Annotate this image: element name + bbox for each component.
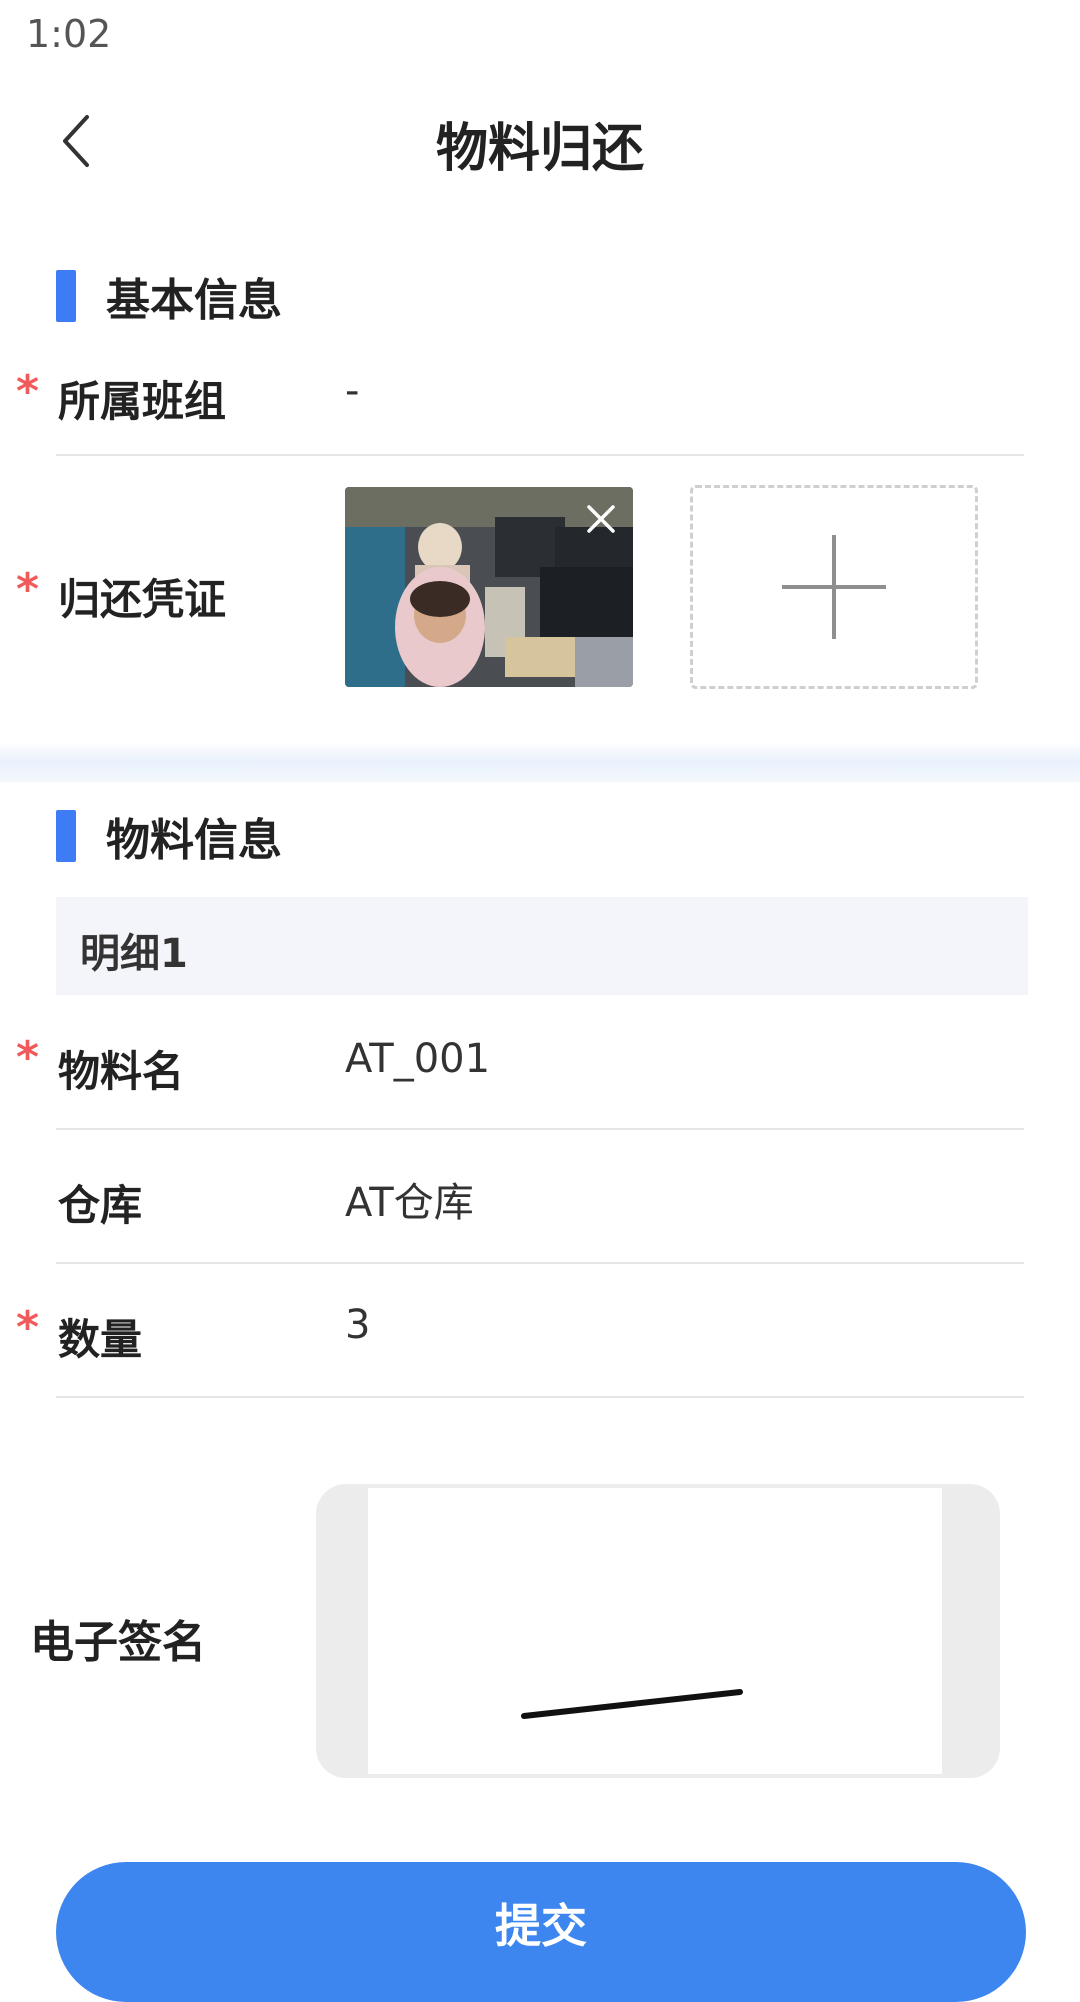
team-value[interactable]: - bbox=[345, 368, 359, 414]
quantity-input[interactable]: 3 bbox=[345, 1302, 370, 1348]
material-name-label: 物料名 bbox=[58, 1047, 185, 1096]
divider bbox=[56, 1262, 1024, 1264]
required-mark: * bbox=[16, 1302, 40, 1353]
page-title: 物料归还 bbox=[435, 119, 644, 179]
signature-stroke bbox=[521, 1689, 743, 1719]
section-material-info: 物料信息 bbox=[56, 806, 282, 866]
section-accent-bar bbox=[56, 810, 76, 862]
signature-label: 电子签名 bbox=[30, 1617, 206, 1668]
plus-icon bbox=[782, 535, 886, 639]
divider bbox=[56, 1128, 1024, 1130]
team-label: 所属班组 bbox=[58, 377, 227, 426]
section-basic-info: 基本信息 bbox=[56, 266, 282, 326]
material-name-value[interactable]: AT_001 bbox=[345, 1036, 490, 1082]
signature-canvas[interactable] bbox=[368, 1488, 942, 1774]
required-mark: * bbox=[16, 366, 40, 417]
voucher-photo[interactable] bbox=[345, 487, 633, 687]
status-time: 1:02 bbox=[26, 12, 112, 56]
section-title: 物料信息 bbox=[106, 815, 282, 866]
nav-bar: 物料归还 bbox=[0, 76, 1080, 206]
warehouse-label: 仓库 bbox=[58, 1181, 143, 1230]
section-accent-bar bbox=[56, 270, 76, 322]
quantity-label: 数量 bbox=[58, 1315, 143, 1364]
section-separator bbox=[0, 742, 1080, 782]
remove-photo-button[interactable] bbox=[579, 497, 623, 541]
warehouse-value[interactable]: AT仓库 bbox=[345, 1170, 474, 1228]
divider bbox=[56, 1396, 1024, 1398]
divider bbox=[56, 454, 1024, 456]
required-mark: * bbox=[16, 564, 40, 615]
required-mark: * bbox=[16, 1032, 40, 1083]
submit-button[interactable]: 提交 bbox=[56, 1862, 1026, 2002]
voucher-label: 归还凭证 bbox=[58, 575, 227, 624]
section-title: 基本信息 bbox=[106, 275, 282, 326]
detail-header: 明细1 bbox=[56, 897, 1028, 995]
status-bar: 1:02 bbox=[0, 0, 1080, 76]
close-icon bbox=[587, 505, 615, 533]
detail-title: 明细1 bbox=[80, 931, 188, 977]
signature-pad[interactable] bbox=[316, 1484, 1000, 1778]
add-photo-button[interactable] bbox=[690, 485, 978, 689]
